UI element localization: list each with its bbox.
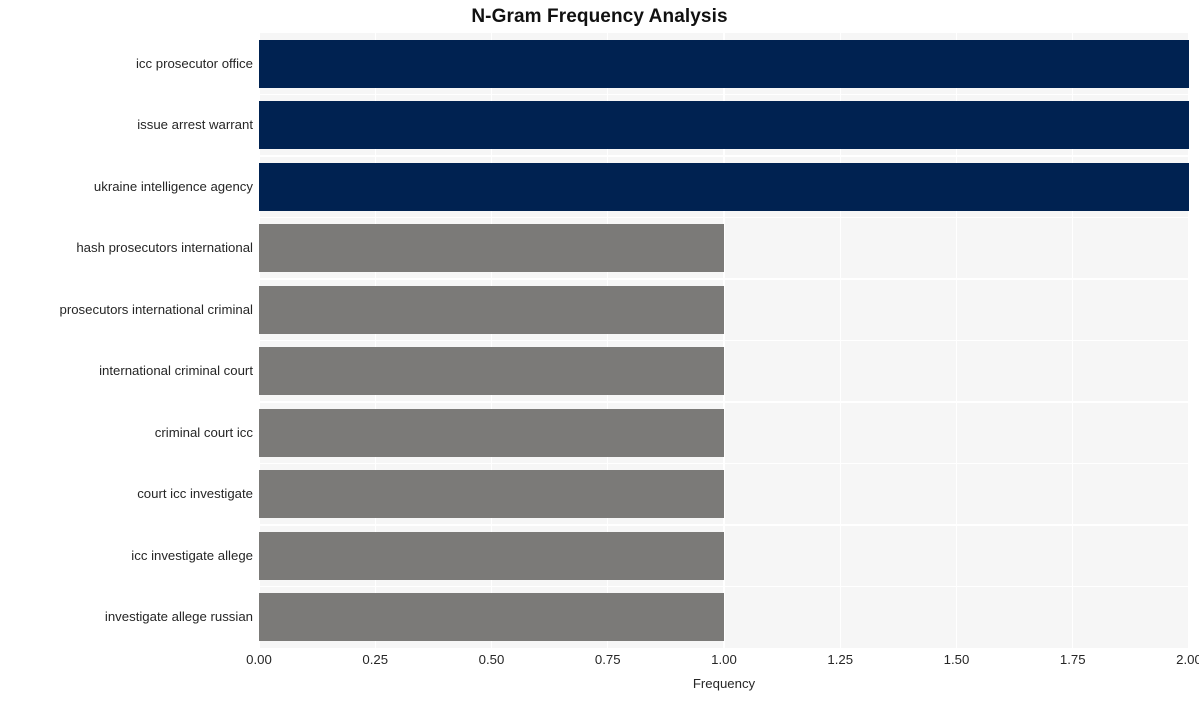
y-tick-label: icc prosecutor office (135, 55, 253, 71)
x-axis-label: Frequency (692, 676, 756, 691)
x-tick-label: 2.00 (1176, 652, 1199, 667)
y-tick-label: hash prosecutors international (76, 240, 253, 256)
chart-title: N-Gram Frequency Analysis (471, 6, 728, 27)
x-tick-label: 0.75 (594, 652, 621, 667)
y-gridline (259, 524, 1189, 526)
y-gridline (259, 93, 1189, 96)
x-tick-label: 0.00 (246, 652, 272, 667)
y-tick-label: court icc investigate (137, 486, 253, 502)
y-gridline (259, 339, 1189, 342)
x-tick-label: 1.50 (943, 652, 970, 667)
x-tick-label: 0.25 (362, 652, 389, 667)
bar[interactable] (259, 470, 724, 519)
bar[interactable] (259, 39, 1189, 88)
bar[interactable] (259, 224, 724, 273)
y-tick-label: issue arrest warrant (137, 117, 253, 133)
x-tick-label: 1.25 (827, 652, 854, 667)
x-tick-label: 0.50 (478, 652, 505, 667)
y-gridline (259, 216, 1189, 219)
y-gridline (259, 155, 1189, 157)
bar[interactable] (259, 408, 724, 457)
y-gridline (259, 462, 1189, 465)
bar[interactable] (259, 162, 1189, 211)
y-tick-label: ukraine intelligence agency (93, 178, 253, 194)
bar[interactable] (259, 593, 724, 642)
x-tick-label: 1.75 (1059, 652, 1086, 667)
bar[interactable] (259, 101, 1189, 150)
y-gridline (259, 585, 1189, 588)
chart-figure: N-Gram Frequency Analysis icc prosecutor… (0, 0, 1199, 701)
y-tick-label: international criminal court (99, 363, 253, 379)
y-gridline (259, 278, 1189, 280)
y-tick-label: icc investigate allege (131, 547, 253, 563)
y-tick-label: criminal court icc (154, 424, 253, 440)
y-tick-label: prosecutors international criminal (59, 301, 253, 317)
bar[interactable] (259, 531, 724, 580)
plot-area (258, 33, 1190, 648)
bar[interactable] (259, 285, 724, 334)
x-tick-label: 1.00 (711, 652, 737, 667)
bar[interactable] (259, 347, 724, 396)
y-tick-label: investigate allege russian (104, 609, 253, 625)
y-gridline (259, 401, 1189, 403)
